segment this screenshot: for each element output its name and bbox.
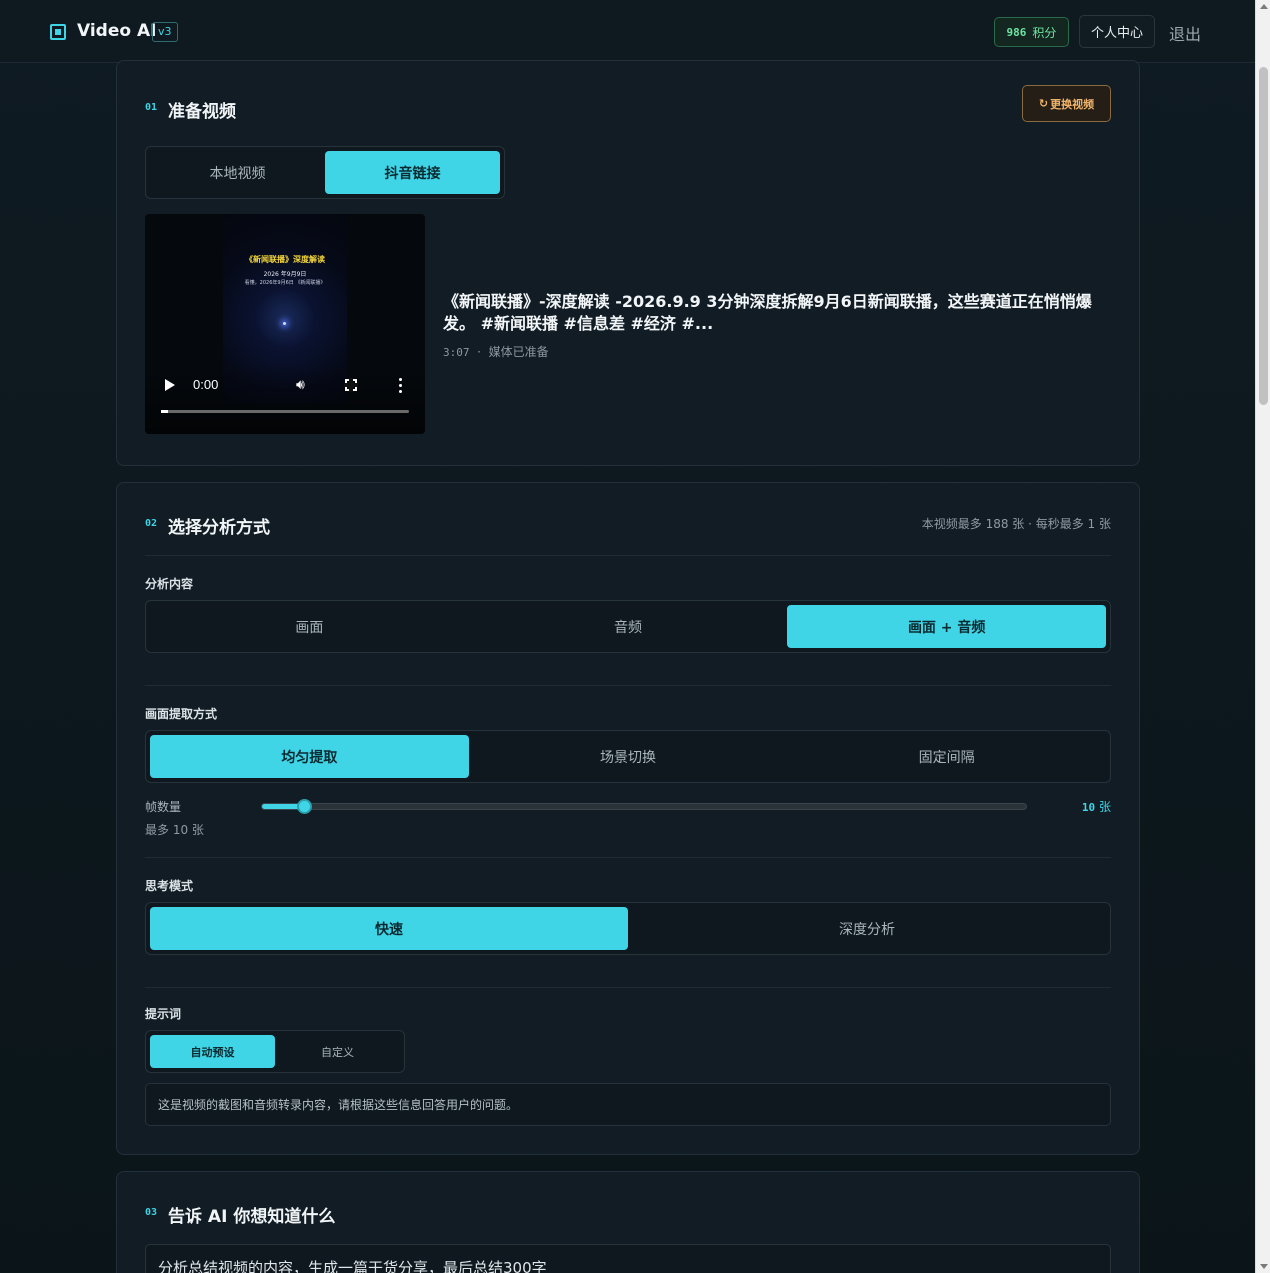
video-player[interactable]: 《新闻联播》深度解读 2026 年9月9日 看懂，2026年9月6日 《新闻联播… [145,214,425,434]
scroll-down-icon[interactable] [1260,1264,1268,1269]
brand-name: Video AI [77,21,157,41]
content-label: 分析内容 [145,577,194,591]
scrollbar-thumb[interactable] [1259,67,1268,405]
video-time: 0:00 [193,377,219,392]
frame-subtitle: 看懂，2026年9月6日 《新闻联播》 [244,280,326,286]
option-fixed-interval[interactable]: 固定间隔 [787,735,1106,778]
think-label: 思考模式 [145,879,194,893]
analysis-method-card: 02 选择分析方式 本视频最多 188 张 · 每秒最多 1 张 分析内容 画面… [116,482,1140,1155]
video-title: 《新闻联播》-深度解读 -2026.9.9 3分钟深度拆解9月6日新闻联播，这些… [443,292,1092,333]
step-number: 02 [145,518,158,529]
logout-button[interactable]: 退出 [1169,21,1201,45]
logo-icon [50,24,66,40]
slider-thumb[interactable] [297,799,313,814]
points-value: 986 [1006,25,1027,39]
divider [145,987,1111,988]
video-source-tabs: 本地视频 抖音链接 [145,146,505,199]
prompt-selector: 自动预设 自定义 [145,1030,405,1073]
step-title: 选择分析方式 [168,518,270,538]
refresh-icon: ↻ [1038,97,1049,110]
option-visual[interactable]: 画面 [150,605,469,648]
step-title: 准备视频 [168,102,236,122]
change-video-label: 更换视频 [1050,97,1095,111]
top-bar: Video AI v3 986 积分 个人中心 退出 [0,0,1255,63]
frame-date: 2026 年9月9日 [263,271,307,278]
divider [145,685,1111,686]
change-video-button[interactable]: ↻ 更换视频 [1022,85,1111,122]
option-fast[interactable]: 快速 [150,907,628,950]
video-duration: 3:07 [443,346,470,359]
option-deep[interactable]: 深度分析 [628,907,1106,950]
scroll-up-icon[interactable] [1260,4,1268,9]
video-meta: 3:07 · 媒体已准备 [443,343,549,360]
more-options-icon[interactable] [399,378,403,394]
prompt-text-box[interactable]: 这是视频的截图和音频转录内容，请根据这些信息回答用户的问题。 [145,1083,1111,1126]
option-auto-preset[interactable]: 自动预设 [150,1035,275,1068]
extract-selector: 均匀提取 场景切换 固定间隔 [145,730,1111,783]
frame-title: 《新闻联播》深度解读 [245,255,325,264]
frames-slider[interactable] [261,799,1027,814]
frames-label: 帧数量 [145,800,182,814]
prepare-video-card: 01 准备视频 ↻ 更换视频 本地视频 抖音链接 《新闻联播》深度解读 2026… [116,60,1140,466]
profile-button[interactable]: 个人中心 [1079,15,1155,48]
option-custom[interactable]: 自定义 [275,1035,400,1068]
step-title: 告诉 AI 你想知道什么 [168,1207,336,1227]
video-progress-bar[interactable] [161,410,409,413]
step-number: 01 [145,102,158,113]
play-icon[interactable] [165,379,175,391]
video-progress-fill [161,410,169,413]
option-uniform[interactable]: 均匀提取 [150,735,469,778]
fullscreen-icon[interactable] [344,378,358,392]
frames-unit: 张 [1098,800,1111,814]
option-scene-change[interactable]: 场景切换 [469,735,788,778]
ask-ai-card: 03 告诉 AI 你想知道什么 分析总结视频的内容，生成一篇干货分享，最后总结3… [116,1171,1140,1273]
frames-value-display: 10 张 [1027,798,1111,815]
media-status: 媒体已准备 [488,345,549,359]
frames-value: 10 [1081,801,1096,814]
question-input[interactable]: 分析总结视频的内容，生成一篇干货分享，最后总结300字 [145,1244,1111,1273]
divider [145,857,1111,858]
points-badge: 986 积分 [994,17,1069,47]
content-selector: 画面 音频 画面 + 音频 [145,600,1111,653]
tab-local-video[interactable]: 本地视频 [150,151,325,194]
extract-label: 画面提取方式 [145,707,218,721]
glow-point [283,322,286,325]
meta-separator: · [477,345,481,359]
step-number: 03 [145,1207,158,1218]
points-label: 积分 [1032,25,1057,40]
option-audio[interactable]: 音频 [469,605,788,648]
frame-limit-hint: 本视频最多 188 张 · 每秒最多 1 张 [921,517,1111,531]
option-visual-audio[interactable]: 画面 + 音频 [787,605,1107,648]
video-controls [145,364,425,434]
page-scrollbar[interactable] [1255,0,1270,1273]
tab-douyin-link[interactable]: 抖音链接 [325,151,500,194]
think-selector: 快速 深度分析 [145,902,1111,955]
version-badge: v3 [152,22,178,42]
prompt-label: 提示词 [145,1007,182,1021]
volume-icon[interactable]: 🔊︎ [296,377,305,393]
divider [145,555,1111,556]
frames-max-hint: 最多 10 张 [145,823,204,837]
